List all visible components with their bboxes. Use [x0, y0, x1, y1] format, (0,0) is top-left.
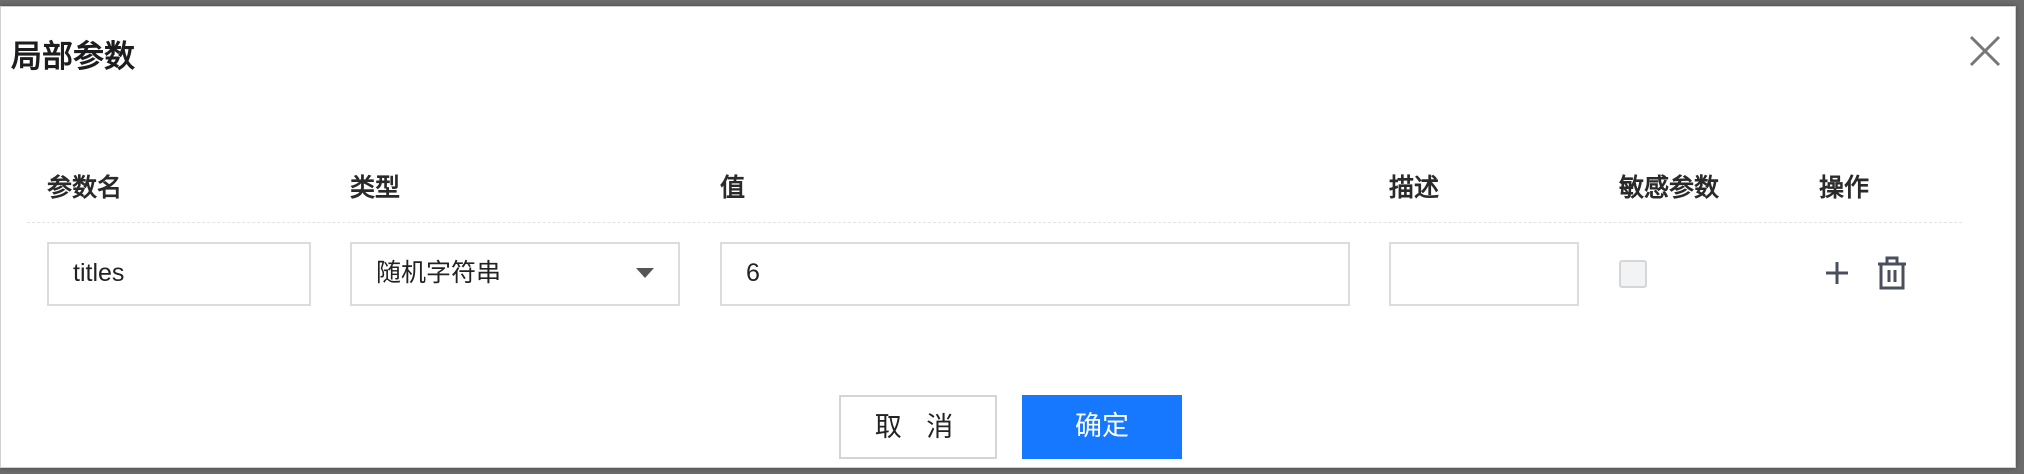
header-value: 值	[720, 173, 746, 202]
param-name-input[interactable]: titles	[47, 242, 311, 306]
sensitive-checkbox[interactable]	[1619, 260, 1647, 288]
type-select-value: 随机字符串	[376, 259, 502, 287]
trash-icon[interactable]	[1874, 255, 1910, 291]
confirm-button[interactable]: 确定	[1022, 395, 1182, 459]
value-input[interactable]: 6	[720, 242, 1350, 306]
cancel-button[interactable]: 取 消	[839, 395, 997, 459]
header-param-name: 参数名	[47, 173, 123, 202]
header-sensitive: 敏感参数	[1619, 173, 1720, 202]
header-type: 类型	[350, 173, 401, 202]
header-description: 描述	[1389, 173, 1440, 202]
chevron-down-icon	[636, 268, 654, 278]
local-params-dialog: 局部参数 参数名 类型 值 描述 敏感参数 操作 titles 随机字符串 6	[0, 6, 2016, 468]
close-icon[interactable]	[1963, 29, 2007, 73]
type-select[interactable]: 随机字符串	[350, 242, 680, 306]
header-actions: 操作	[1819, 173, 1870, 202]
table-header: 参数名 类型 值 描述 敏感参数 操作	[27, 165, 1962, 223]
dialog-title: 局部参数	[11, 39, 135, 75]
plus-icon[interactable]	[1819, 255, 1855, 291]
description-input[interactable]	[1389, 242, 1579, 306]
